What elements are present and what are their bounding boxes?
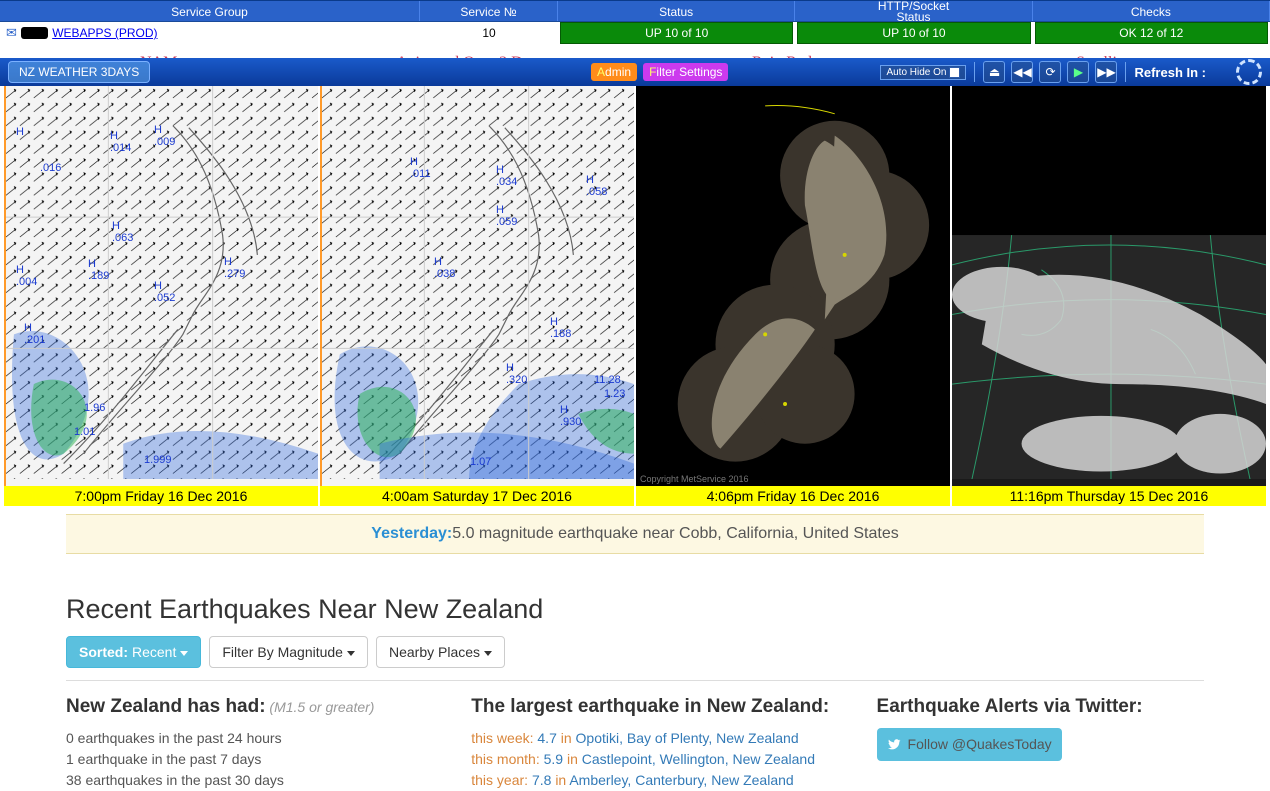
wind-chart-b: H .011 H .059 H .058 H .034 H .038 H .188 H .3…	[320, 86, 634, 486]
pressure-label: .016	[40, 162, 61, 174]
eject-icon[interactable]: ⏏	[983, 61, 1005, 83]
pressure-label: H .059	[496, 204, 517, 228]
col-service-no: Service №	[420, 1, 558, 21]
maps-row: H .016 H .014 H .009 H .063H .189 H .004 H .20…	[4, 86, 1266, 506]
map-time-b: 4:00am Saturday 17 Dec 2016	[320, 486, 634, 506]
twitter-follow-button[interactable]: Follow @QuakesToday	[877, 728, 1062, 761]
tab-nz-weather[interactable]: NZ WEATHER 3DAYS	[8, 61, 150, 83]
wind-chart-a: H .016 H .014 H .009 H .063H .189 H .004 H .20…	[4, 86, 318, 486]
stats-title: New Zealand has had:	[66, 696, 266, 717]
frame-divider	[320, 86, 322, 486]
alert-text: 5.0 magnitude earthquake near Cobb, Cali…	[452, 525, 899, 543]
pressure-label: H .189	[88, 258, 109, 282]
map-satellite: 11:16pm Thursday 15 Dec 2016	[952, 86, 1266, 506]
caret-down-icon	[180, 651, 188, 656]
http-pill: UP 10 of 10	[797, 22, 1030, 44]
alert-prefix: Yesterday:	[371, 525, 452, 543]
col-twitter: Earthquake Alerts via Twitter: Follow @Q…	[877, 693, 1204, 791]
app-link[interactable]: WEBAPPS (PROD)	[52, 26, 157, 40]
map-wind-b: H .011 H .059 H .058 H .034 H .038 H .188 H .3…	[320, 86, 634, 506]
col-stats: New Zealand has had: (M1.5 or greater) 0…	[66, 693, 451, 791]
pressure-label: H .038	[434, 256, 455, 280]
col-largest: The largest earthquake in New Zealand: t…	[471, 693, 856, 791]
info-columns: New Zealand has had: (M1.5 or greater) 0…	[66, 680, 1204, 791]
map-time-a: 7:00pm Friday 16 Dec 2016	[4, 486, 318, 506]
nearby-places-button[interactable]: Nearby Places	[376, 636, 505, 668]
separator	[974, 62, 975, 82]
col-checks: Checks	[1033, 1, 1270, 21]
map-time-c: 4:06pm Friday 16 Dec 2016	[636, 486, 950, 506]
pressure-label: 1.01	[74, 426, 95, 438]
refresh-in-label: Refresh In :	[1134, 65, 1206, 80]
recent-earthquakes-heading: Recent Earthquakes Near New Zealand	[66, 594, 543, 625]
redacted-badge	[21, 27, 48, 39]
mail-icon[interactable]: ✉	[6, 25, 17, 41]
alert-bar[interactable]: Yesterday: 5.0 magnitude earthquake near…	[66, 514, 1204, 554]
status-header: Service Group Service № Status HTTP/Sock…	[0, 0, 1270, 22]
caret-down-icon	[347, 651, 355, 656]
checks-pill: OK 12 of 12	[1035, 22, 1268, 44]
radar-image: Copyright MetService 2016	[636, 86, 950, 486]
pressure-label: H .014	[110, 130, 131, 154]
largest-row: this month: 5.9 in Castlepoint, Wellingt…	[471, 749, 856, 770]
map-time-d: 11:16pm Thursday 15 Dec 2016	[952, 486, 1266, 506]
twitter-title: Earthquake Alerts via Twitter:	[877, 696, 1143, 717]
pressure-label: H .052	[154, 280, 175, 304]
caret-down-icon	[484, 651, 492, 656]
stat-line: 38 earthquakes in the past 30 days	[66, 770, 451, 791]
stat-line: 0 earthquakes in the past 24 hours	[66, 728, 451, 749]
largest-row: this week: 4.7 in Opotiki, Bay of Plenty…	[471, 728, 856, 749]
pressure-label: H .279	[224, 256, 245, 280]
pressure-label: H .930	[560, 404, 581, 428]
pressure-label: H .011	[410, 156, 431, 180]
filter-settings-button[interactable]: Filter Settings	[643, 63, 728, 81]
status-row: ✉ WEBAPPS (PROD) 10 UP 10 of 10 UP 10 of…	[0, 22, 1270, 44]
col-status: Status	[558, 1, 795, 21]
map-wind-a: H .016 H .014 H .009 H .063H .189 H .004 H .20…	[4, 86, 318, 506]
filter-button-row: Sorted: Recent Filter By Magnitude Nearb…	[66, 636, 505, 668]
pressure-label: 11.28	[594, 374, 621, 386]
refresh-icon[interactable]: ⟳	[1039, 61, 1061, 83]
radar-copyright: Copyright MetService 2016	[640, 474, 749, 484]
col-http-socket: HTTP/Socket Status	[795, 1, 1032, 21]
pressure-label: 1.96	[84, 402, 105, 414]
pressure-label: H .058	[586, 174, 607, 198]
forward-icon[interactable]: ▶▶	[1095, 61, 1117, 83]
pressure-label: 1.999	[144, 454, 172, 466]
auto-hide-toggle[interactable]: Auto Hide On	[880, 65, 966, 80]
pressure-label: 1.23	[604, 388, 625, 400]
sorted-button[interactable]: Sorted: Recent	[66, 636, 201, 668]
toolbar: NZ WEATHER 3DAYS Admin Filter Settings A…	[0, 58, 1270, 86]
stat-line: 1 earthquake in the past 7 days	[66, 749, 451, 770]
loading-spinner-icon	[1236, 59, 1262, 85]
col-service-group: Service Group	[0, 1, 420, 21]
map-radar: Copyright MetService 2016 4:06pm Friday …	[636, 86, 950, 506]
service-number: 10	[420, 26, 558, 40]
play-icon[interactable]: ▶	[1067, 61, 1089, 83]
rewind-icon[interactable]: ◀◀	[1011, 61, 1033, 83]
filter-magnitude-button[interactable]: Filter By Magnitude	[209, 636, 368, 668]
pressure-label: H .009	[154, 124, 175, 148]
pressure-label: H .188	[550, 316, 571, 340]
separator	[1125, 62, 1126, 82]
stats-subtitle: (M1.5 or greater)	[266, 699, 375, 715]
status-pill: UP 10 of 10	[560, 22, 793, 44]
largest-row: this year: 7.8 in Amberley, Canterbury, …	[471, 770, 856, 791]
largest-title: The largest earthquake in New Zealand:	[471, 696, 829, 717]
pressure-label: 1.07	[470, 456, 491, 468]
pressure-label: H .063	[112, 220, 133, 244]
frame-divider	[4, 86, 6, 486]
pressure-label: H .004	[16, 264, 37, 288]
pressure-label: H .201	[24, 322, 45, 346]
admin-button[interactable]: Admin	[591, 63, 637, 81]
pressure-label: H .320	[506, 362, 527, 386]
pressure-label: H .034	[496, 164, 517, 188]
pressure-label: H	[16, 126, 24, 138]
twitter-icon	[887, 738, 902, 751]
satellite-image	[952, 86, 1266, 486]
